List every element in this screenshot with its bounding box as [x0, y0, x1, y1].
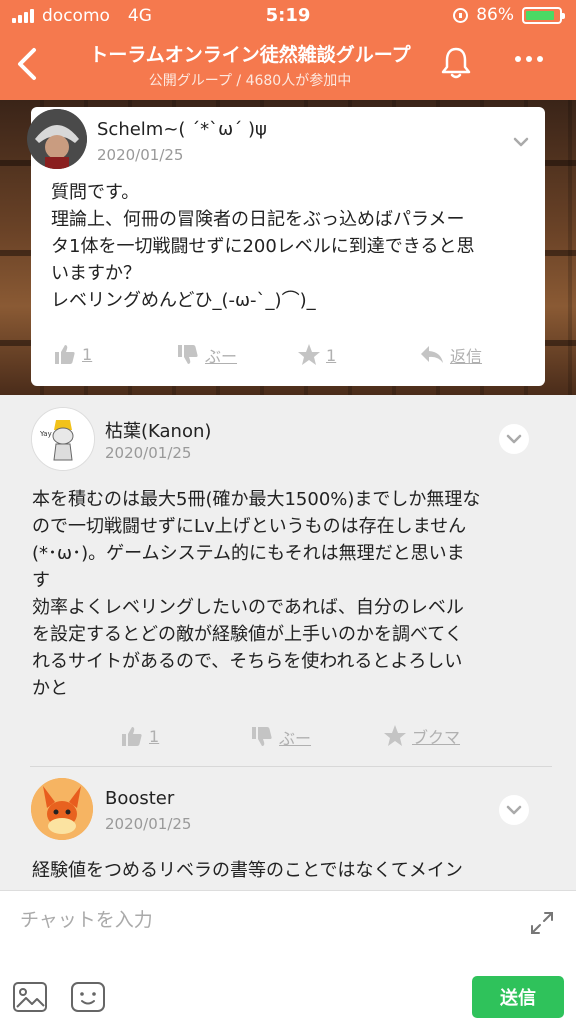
more-icon[interactable] — [515, 56, 543, 62]
boo-label: ぶー — [205, 347, 238, 366]
svg-text:Yay: Yay — [39, 430, 52, 438]
chevron-down-icon[interactable] — [506, 127, 536, 157]
thumbs-down-icon — [178, 345, 198, 364]
chevron-down-icon[interactable] — [499, 424, 529, 454]
group-title: トーラムオンライン徒然雑談グループ — [89, 44, 411, 66]
rotation-lock-icon — [453, 7, 469, 23]
star-count: 1 — [326, 345, 337, 365]
post-body: 経験値をつめるリベラの書等のことではなくてメイン — [32, 860, 463, 881]
boo-button[interactable]: ぶー — [250, 725, 311, 749]
chat-input-bar: チャットを入力 送信 — [0, 890, 576, 1025]
star-icon — [298, 344, 320, 365]
avatar[interactable]: Yay — [31, 407, 95, 471]
post-body: 質問です。 理論上、何冊の冒険者の日記をぶっ込めばパラメー タ1体を一切戦闘せず… — [51, 182, 475, 311]
bookmark-label: ブクマ — [412, 728, 461, 747]
send-button[interactable]: 送信 — [472, 976, 564, 1018]
question-post: Schelm~( ´*`ω´ )ψ 2020/01/25 質問です。 理論上、何… — [27, 107, 545, 386]
thumbs-down-icon — [252, 727, 272, 746]
post-author[interactable]: 枯葉(Kanon) — [105, 417, 211, 443]
post-date: 2020/01/25 — [105, 815, 192, 833]
like-count: 1 — [82, 344, 93, 364]
expand-icon[interactable] — [528, 909, 556, 937]
avatar[interactable] — [27, 109, 87, 169]
reply-button[interactable]: 返信 — [419, 343, 482, 367]
thumbs-up-icon — [55, 345, 75, 364]
post-date: 2020/01/25 — [97, 146, 184, 164]
star-icon — [384, 725, 406, 746]
bell-icon[interactable] — [440, 46, 472, 80]
boo-label: ぶー — [279, 729, 312, 748]
chat-input[interactable]: チャットを入力 — [20, 905, 153, 932]
boo-button[interactable]: ぶー — [176, 343, 237, 367]
like-count: 1 — [149, 726, 160, 746]
bookmark-button[interactable]: ブクマ — [383, 724, 460, 748]
thumbs-up-icon — [122, 727, 142, 746]
post-body: 本を積むのは最大5冊(確か最大1500%)までしか無理な ので一切戦闘せずにLv… — [32, 489, 481, 699]
image-icon[interactable] — [12, 981, 48, 1013]
avatar[interactable] — [31, 778, 93, 840]
reply-icon — [421, 346, 443, 363]
status-bar: docomo 4G 5:19 86% — [0, 0, 576, 32]
star-button[interactable]: 1 — [297, 343, 336, 367]
like-button[interactable]: 1 — [120, 725, 159, 747]
battery-percent: 86% — [476, 5, 514, 25]
post-date: 2020/01/25 — [105, 444, 192, 462]
like-button[interactable]: 1 — [53, 343, 92, 365]
group-subtitle: 公開グループ / 4680人が参加中 — [148, 73, 352, 89]
battery-icon — [522, 6, 565, 24]
divider — [30, 766, 552, 767]
post-author[interactable]: Booster — [105, 788, 174, 809]
app-header: docomo 4G 5:19 86% トーラムオンライン徒然雑談グループ 公開グ… — [0, 0, 576, 100]
chevron-down-icon[interactable] — [499, 795, 529, 825]
back-arrow-icon[interactable] — [12, 44, 42, 84]
sticker-icon[interactable] — [70, 981, 106, 1013]
post-author[interactable]: Schelm~( ´*`ω´ )ψ — [97, 119, 267, 140]
reply-label: 返信 — [450, 347, 483, 366]
